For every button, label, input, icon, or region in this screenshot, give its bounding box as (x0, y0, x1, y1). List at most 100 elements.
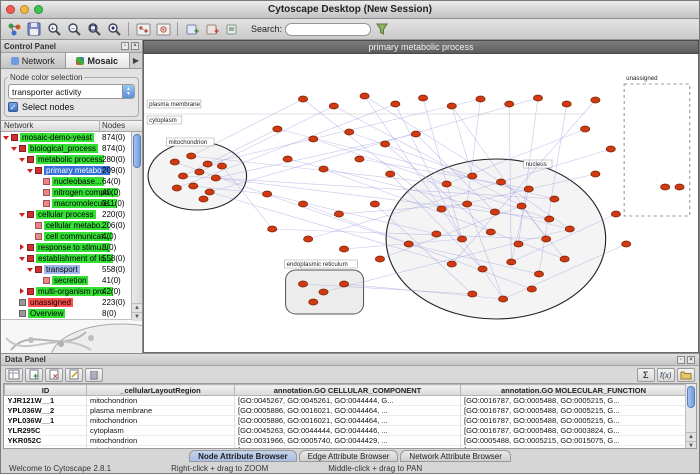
network-node[interactable] (411, 131, 420, 137)
table-cell[interactable]: [GO:0016787, GO:0005488, GO:0005215, G..… (461, 396, 686, 406)
table-row[interactable]: YDR039C__1mitochondrion[GO:0016021, GO:0… (5, 446, 686, 449)
tab-mosaic[interactable]: Mosaic (66, 53, 131, 68)
float-panel-icon[interactable]: ▫ (121, 42, 129, 50)
network-node[interactable] (468, 173, 477, 179)
table-row[interactable]: YKR052Cmitochondrion[GO:0031966, GO:0005… (5, 436, 686, 446)
network-node[interactable] (476, 96, 485, 102)
network-node[interactable] (189, 183, 198, 189)
network-node[interactable] (447, 261, 456, 267)
tree-item-metabolic-process[interactable]: metabolic process280(0) (1, 154, 131, 165)
table-cell[interactable]: [GO:0016021, GO:0031966, GO:0044429, ... (235, 446, 461, 449)
table-cell[interactable]: YDR039C__1 (5, 446, 87, 449)
network-node[interactable] (418, 95, 427, 101)
tab-edge-attribute-browser[interactable]: Edge Attribute Browser (299, 450, 399, 462)
network-node[interactable] (262, 191, 271, 197)
network-node[interactable] (298, 201, 307, 207)
table-cell[interactable]: [GO:0031966, GO:0005740, GO:0044429, ... (235, 436, 461, 446)
network-node[interactable] (298, 281, 307, 287)
attribute-table[interactable]: ID_cellularLayoutRegionannotation.GO CEL… (4, 384, 685, 448)
network-edge[interactable] (208, 99, 481, 164)
close-panel-icon[interactable]: × (131, 42, 139, 50)
network-node[interactable] (360, 93, 369, 99)
network-node[interactable] (442, 181, 451, 187)
network-node[interactable] (490, 209, 499, 215)
network-node[interactable] (432, 231, 441, 237)
table-cell[interactable]: YLR295C (5, 426, 87, 436)
network-node[interactable] (562, 101, 571, 107)
network-node[interactable] (606, 146, 615, 152)
tree-item-secretion[interactable]: secretion41(0) (1, 275, 131, 286)
delete-attribute-icon[interactable]: × (45, 368, 63, 382)
table-cell[interactable]: cytoplasm (87, 426, 235, 436)
network-node[interactable] (268, 226, 277, 232)
network-node[interactable] (273, 126, 282, 132)
tree-item-establishment-of-lo[interactable]: establishment of lo...558(0) (1, 253, 131, 264)
tree-header-network[interactable]: Network (1, 121, 100, 131)
tree-expand-icon[interactable] (11, 145, 18, 152)
tree-item-transport[interactable]: transport558(0) (1, 264, 131, 275)
table-cell[interactable]: mitochondrion (87, 446, 235, 449)
network-node[interactable] (217, 163, 226, 169)
network-node[interactable] (437, 206, 446, 212)
table-scrollbar-thumb[interactable] (687, 386, 695, 408)
float-data-panel-icon[interactable]: ▫ (677, 356, 685, 364)
network-node[interactable] (199, 196, 208, 202)
tree-item-multi-organism-pro[interactable]: multi-organism pro...42(0) (1, 286, 131, 297)
zoom-selected-icon[interactable] (105, 20, 123, 38)
network-node[interactable] (203, 161, 212, 167)
network-node[interactable] (309, 136, 318, 142)
table-cell[interactable]: mitochondrion (87, 416, 235, 426)
tab-network[interactable]: Network (1, 53, 66, 68)
network-node[interactable] (178, 173, 187, 179)
network-node[interactable] (591, 97, 600, 103)
network-node[interactable] (195, 169, 204, 175)
network-node[interactable] (565, 226, 574, 232)
select-nodes-checkbox[interactable]: ✓ (8, 102, 18, 112)
network-node[interactable] (517, 203, 526, 209)
close-data-panel-icon[interactable]: × (687, 356, 695, 364)
network-node[interactable] (304, 236, 313, 242)
network-node[interactable] (545, 216, 554, 222)
network-node[interactable] (298, 96, 307, 102)
tree-item-unassigned[interactable]: unassigned223(0) (1, 297, 131, 308)
network-node[interactable] (211, 175, 220, 181)
network-edge[interactable] (365, 96, 501, 182)
network-canvas[interactable]: plasma membranecytoplasmmitochondrionnuc… (143, 54, 699, 353)
network-node[interactable] (283, 156, 292, 162)
network-node[interactable] (339, 281, 348, 287)
network-node[interactable] (380, 141, 389, 147)
attribute-dropdown[interactable]: transporter activity ▲▼ (8, 84, 135, 99)
network-node[interactable] (468, 291, 477, 297)
network-node[interactable] (404, 241, 413, 247)
filter-icon[interactable] (373, 20, 391, 38)
tree-item-primary-metabo[interactable]: primary metabo...209(0) (1, 165, 131, 176)
table-row[interactable]: YPL036W__2plasma membrane[GO:0005886, GO… (5, 406, 686, 416)
import-folder-icon[interactable] (677, 368, 695, 382)
zoom-out-icon[interactable]: − (65, 20, 83, 38)
table-cell[interactable]: [GO:0005886, GO:0016021, GO:0044464, ... (235, 406, 461, 416)
tree-header-nodes[interactable]: Nodes (100, 121, 142, 131)
select-attributes-icon[interactable] (5, 368, 23, 382)
snapshot-icon[interactable] (154, 20, 172, 38)
network-node[interactable] (309, 299, 318, 305)
tree-expand-icon[interactable] (3, 134, 10, 141)
tree-item-cellular-metabo[interactable]: cellular metabo...206(0) (1, 220, 131, 231)
table-row[interactable]: YPL036W__1mitochondrion[GO:0005886, GO:0… (5, 416, 686, 426)
vizmapper-icon[interactable]: + (183, 20, 201, 38)
network-node[interactable] (370, 201, 379, 207)
create-attribute-icon[interactable]: + (25, 368, 43, 382)
table-cell[interactable]: mitochondrion (87, 396, 235, 406)
plugin-manager-icon[interactable]: + (203, 20, 221, 38)
tree-expand-icon[interactable] (27, 167, 34, 174)
table-cell[interactable]: [GO:0045267, GO:0045261, GO:0044444, G..… (235, 396, 461, 406)
network-node[interactable] (345, 129, 354, 135)
network-node[interactable] (550, 196, 559, 202)
network-node[interactable] (375, 256, 384, 262)
network-node[interactable] (339, 246, 348, 252)
tree-item-response-to-stimu[interactable]: response to stimu...8(0) (1, 242, 131, 253)
table-cell[interactable]: YPL036W__1 (5, 416, 87, 426)
network-node[interactable] (505, 101, 514, 107)
table-scrollbar-arrows[interactable]: ▲▼ (686, 432, 696, 448)
tree-expand-icon[interactable] (19, 156, 26, 163)
search-input[interactable] (285, 23, 371, 36)
